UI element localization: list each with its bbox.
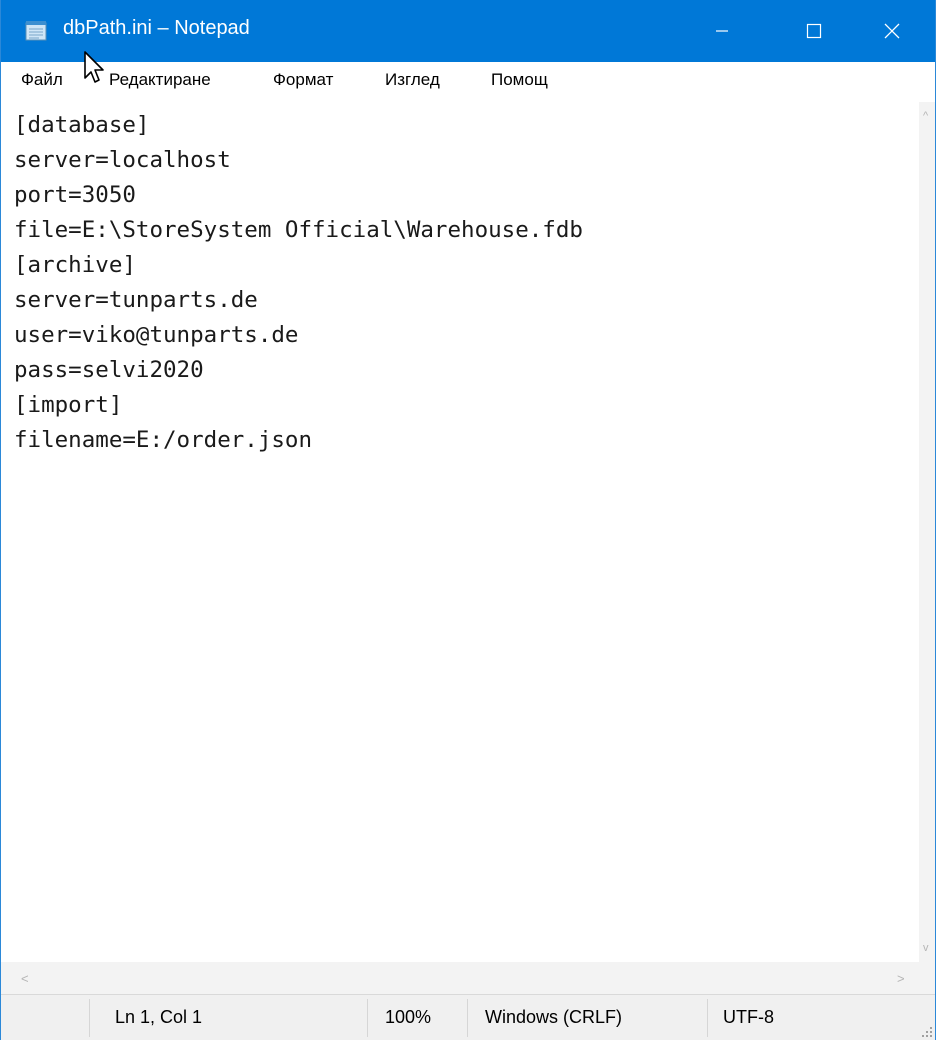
title-bar[interactable]: dbPath.ini – Notepad	[1, 0, 935, 62]
menu-bar: Файл Редактиране Формат Изглед Помощ	[1, 62, 935, 102]
resize-grip-icon[interactable]	[921, 1026, 933, 1038]
scroll-up-arrow[interactable]: ^	[923, 110, 928, 122]
status-divider	[89, 999, 90, 1037]
editor-line: server=localhost	[14, 147, 231, 173]
editor-line: [import]	[14, 392, 123, 418]
status-divider	[707, 999, 708, 1037]
editor-line: file=E:\StoreSystem Official\Warehouse.f…	[14, 217, 583, 243]
menu-format[interactable]: Формат	[273, 70, 333, 90]
close-icon	[884, 23, 900, 39]
close-button[interactable]	[847, 0, 936, 62]
notepad-window: dbPath.ini – Notepad Файл Редактиране Фо…	[0, 0, 936, 1040]
maximize-icon	[806, 23, 822, 39]
cursor-position: Ln 1, Col 1	[115, 1007, 203, 1027]
horizontal-scrollbar[interactable]: < >	[1, 962, 935, 994]
editor-line: [database]	[14, 112, 150, 138]
minimize-button[interactable]	[677, 0, 767, 62]
status-divider	[467, 999, 468, 1037]
menu-view[interactable]: Изглед	[385, 70, 440, 90]
editor-line: filename=E:/order.json	[14, 427, 313, 453]
vertical-scrollbar[interactable]: ^ v	[919, 102, 935, 962]
editor-line: pass=selvi2020	[14, 357, 204, 383]
mouse-pointer-icon	[84, 51, 104, 83]
menu-help[interactable]: Помощ	[491, 70, 548, 90]
status-divider	[367, 999, 368, 1037]
menu-file[interactable]: Файл	[21, 70, 63, 90]
editor-line: server=tunparts.de	[14, 287, 258, 313]
status-bar: Ln 1, Col 1 100% Windows (CRLF) UTF-8	[1, 994, 935, 1040]
encoding: UTF-8	[723, 1007, 774, 1027]
scroll-left-arrow[interactable]: <	[21, 971, 29, 986]
minimize-icon	[716, 30, 728, 32]
notepad-icon	[25, 21, 47, 41]
editor-line: port=3050	[14, 182, 136, 208]
maximize-button[interactable]	[769, 0, 859, 62]
scroll-right-arrow[interactable]: >	[897, 971, 905, 986]
text-editor[interactable]: [database] server=localhost port=3050 fi…	[1, 102, 919, 962]
menu-edit[interactable]: Редактиране	[109, 70, 211, 90]
zoom-level: 100%	[385, 1007, 432, 1027]
editor-line: [archive]	[14, 252, 136, 278]
window-title: dbPath.ini – Notepad	[63, 17, 250, 39]
scroll-down-arrow[interactable]: v	[923, 942, 929, 954]
line-ending: Windows (CRLF)	[485, 1007, 623, 1027]
editor-line: user=viko@tunparts.de	[14, 322, 299, 348]
